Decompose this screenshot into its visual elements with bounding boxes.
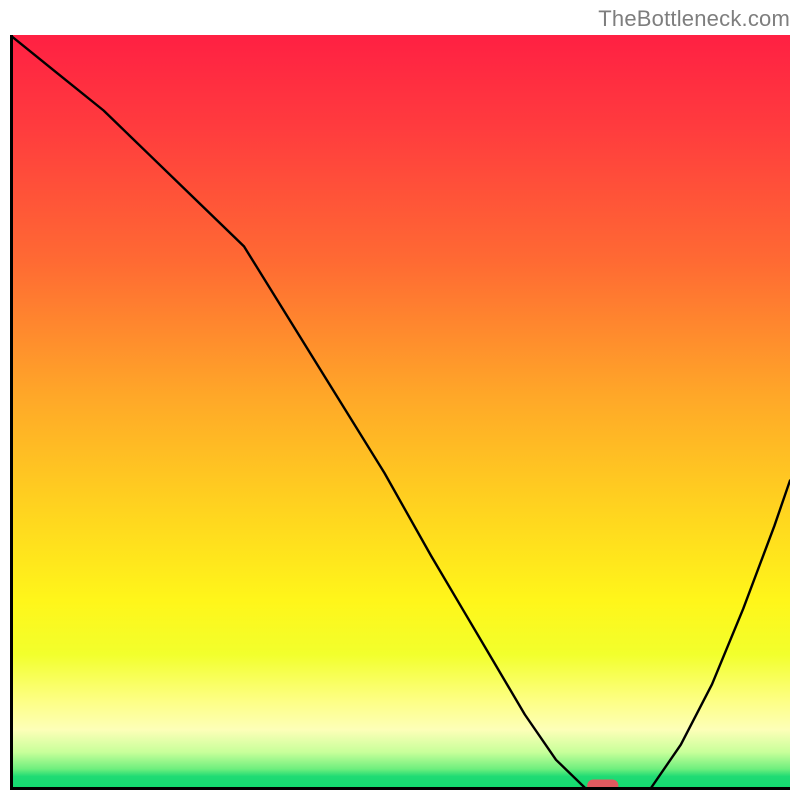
chart-frame [10,35,790,790]
optimal-marker [587,780,618,791]
watermark-text: TheBottleneck.com [598,6,790,32]
bottleneck-line-plot [10,35,790,790]
bottleneck-curve [10,35,790,790]
